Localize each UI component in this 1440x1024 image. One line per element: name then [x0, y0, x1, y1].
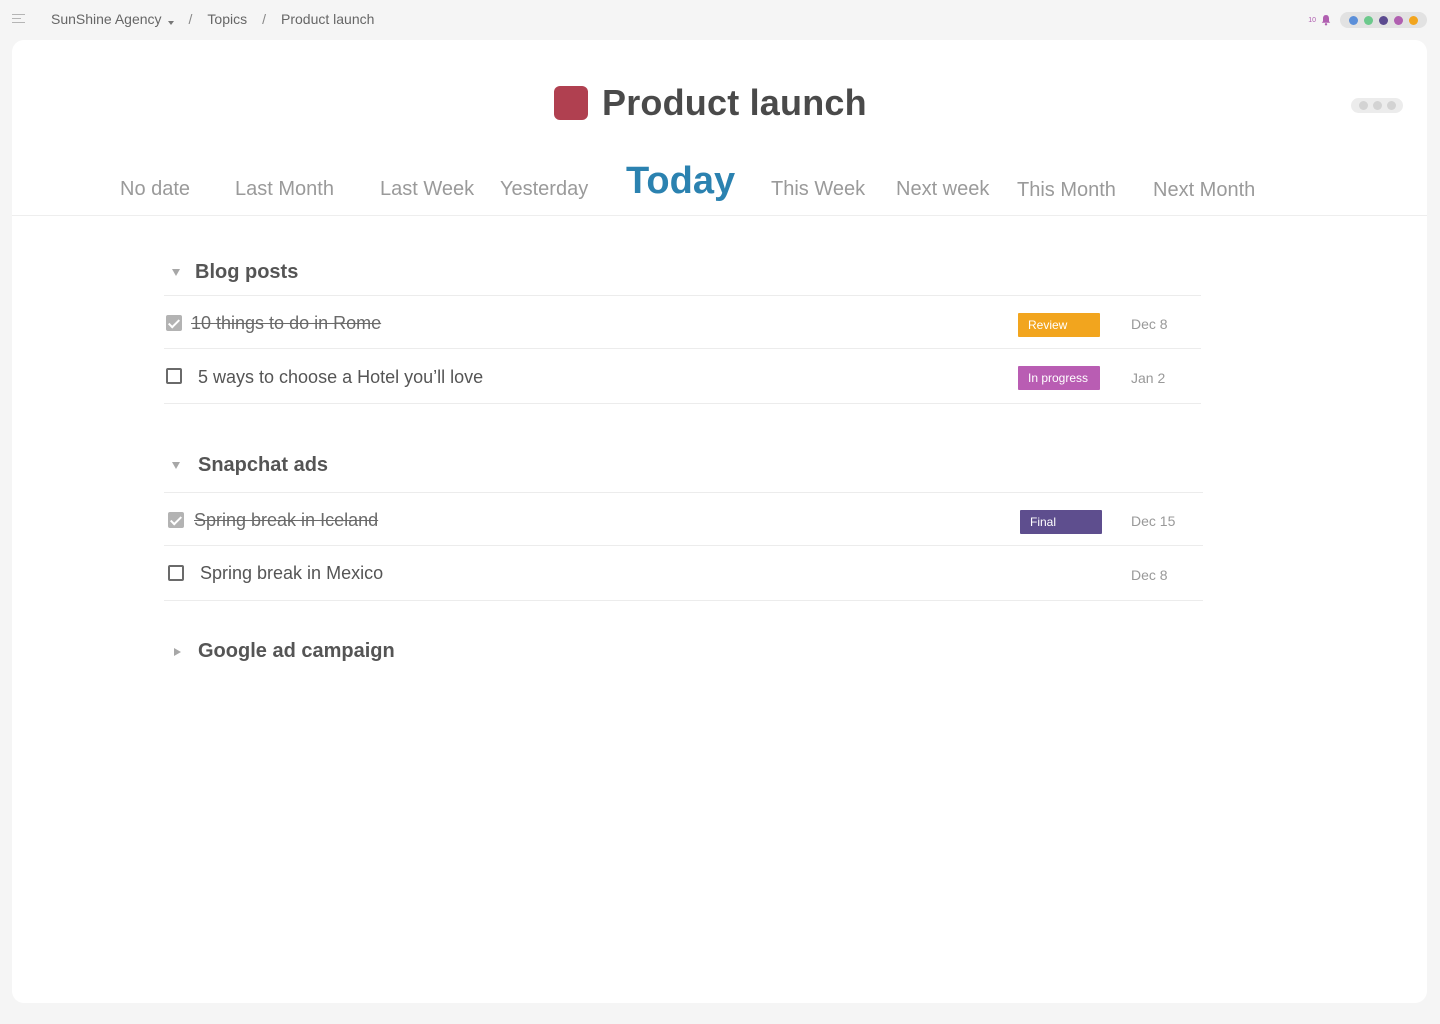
due-date[interactable]: Jan 2 [1131, 370, 1165, 386]
task-checkbox[interactable] [168, 565, 184, 581]
tab-this-month[interactable]: This Month [1017, 179, 1116, 202]
caret-down-icon[interactable] [172, 269, 180, 276]
task-title[interactable]: Spring break in Iceland [194, 510, 378, 531]
section-title: Google ad campaign [198, 640, 395, 662]
dot-icon [1386, 101, 1396, 110]
notification-count: 10 [1308, 16, 1316, 24]
breadcrumb-separator: / [188, 11, 193, 27]
task-title[interactable]: Spring break in Mexico [200, 563, 383, 584]
tab-no-date[interactable]: No date [120, 178, 190, 201]
tab-last-week[interactable]: Last Week [380, 178, 474, 201]
task-title[interactable]: 10 things to do in Rome [191, 313, 381, 334]
menu-icon[interactable] [12, 14, 25, 24]
breadcrumb-current: Product launch [281, 11, 375, 27]
section-header-snapchat-ads[interactable]: Snapchat ads [172, 454, 328, 477]
divider [164, 600, 1203, 601]
tab-next-week[interactable]: Next week [896, 178, 989, 201]
caret-right-icon[interactable] [174, 647, 181, 656]
section-title: Snapchat ads [198, 454, 329, 476]
member-avatar[interactable] [1379, 15, 1388, 25]
dot-icon [1358, 101, 1368, 110]
tab-next-month[interactable]: Next Month [1153, 179, 1255, 202]
task-checkbox[interactable] [168, 512, 184, 528]
task-checkbox[interactable] [166, 315, 182, 331]
workspace-label: SunShine Agency [51, 11, 162, 27]
member-avatar[interactable] [1394, 15, 1403, 25]
task-row: Spring break in Iceland Final Dec 15 [164, 493, 1203, 545]
task-row: 10 things to do in Rome Review Dec 8 [164, 296, 1201, 348]
tab-this-week[interactable]: This Week [771, 178, 865, 201]
breadcrumb-separator: / [262, 11, 266, 27]
section-header-google-ad-campaign[interactable]: Google ad campaign [174, 640, 395, 663]
caret-down-icon[interactable] [172, 462, 180, 469]
member-avatar[interactable] [1349, 15, 1358, 25]
due-date[interactable]: Dec 15 [1131, 513, 1175, 529]
divider [164, 403, 1201, 404]
status-badge[interactable]: Review [1018, 313, 1100, 337]
date-tabs: No date Last Month Last Week Yesterday T… [12, 155, 1427, 216]
top-right-controls: 10 [1308, 12, 1427, 28]
status-badge[interactable]: In progress [1018, 366, 1100, 390]
member-avatar[interactable] [1409, 15, 1418, 25]
tab-yesterday[interactable]: Yesterday [500, 178, 588, 201]
bell-icon[interactable] [1320, 14, 1332, 26]
members-list[interactable] [1340, 12, 1427, 28]
top-bar: SunShine Agency / Topics / Product launc… [0, 0, 1440, 40]
task-row: 5 ways to choose a Hotel you’ll love In … [164, 349, 1201, 401]
due-date[interactable]: Dec 8 [1131, 567, 1168, 583]
page-header: Product launch [554, 82, 867, 124]
more-options-button[interactable] [1351, 98, 1403, 113]
status-badge[interactable]: Final [1020, 510, 1102, 534]
breadcrumb-topics[interactable]: Topics [207, 11, 247, 27]
task-checkbox[interactable] [166, 368, 182, 384]
topic-color-swatch[interactable] [554, 86, 588, 120]
breadcrumb: SunShine Agency / Topics / Product launc… [51, 11, 374, 27]
task-title[interactable]: 5 ways to choose a Hotel you’ll love [198, 367, 483, 388]
tab-today[interactable]: Today [626, 160, 735, 203]
dot-icon [1372, 101, 1382, 110]
member-avatar[interactable] [1364, 15, 1373, 25]
page-title: Product launch [602, 82, 867, 123]
chevron-down-icon [167, 21, 174, 25]
task-row: Spring break in Mexico Dec 8 [164, 546, 1203, 598]
section-title: Blog posts [195, 261, 299, 283]
main-card: Product launch No date Last Month Last W… [12, 40, 1427, 1003]
tab-last-month[interactable]: Last Month [235, 178, 334, 201]
due-date[interactable]: Dec 8 [1131, 316, 1168, 332]
section-header-blog-posts[interactable]: Blog posts [172, 261, 298, 284]
breadcrumb-workspace[interactable]: SunShine Agency [51, 11, 174, 27]
